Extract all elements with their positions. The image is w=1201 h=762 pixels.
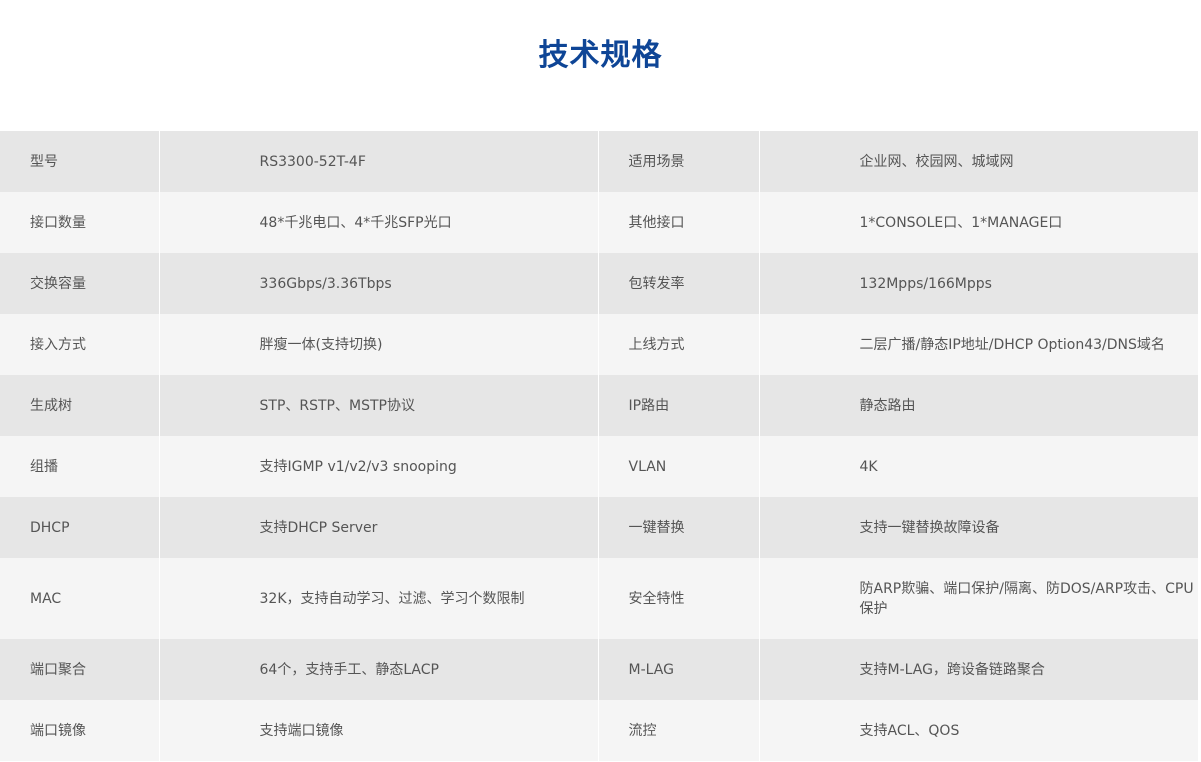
spec-label: 流控 bbox=[597, 700, 759, 761]
spec-label: 其他接口 bbox=[597, 192, 759, 253]
spec-label: M-LAG bbox=[597, 639, 759, 700]
spec-value: 32K，支持自动学习、过滤、学习个数限制 bbox=[158, 558, 598, 639]
spec-value: 支持端口镜像 bbox=[158, 700, 598, 761]
spec-value: 支持ACL、QOS bbox=[758, 700, 1198, 761]
spec-value: 1*CONSOLE口、1*MANAGE口 bbox=[758, 192, 1198, 253]
spec-label: 型号 bbox=[0, 131, 159, 192]
spec-table: 型号 RS3300-52T-4F 适用场景 企业网、校园网、城域网 接口数量 4… bbox=[0, 131, 1198, 761]
table-row: 接入方式 胖瘦一体(支持切换) 上线方式 二层广播/静态IP地址/DHCP Op… bbox=[0, 314, 1198, 375]
spec-label: 安全特性 bbox=[597, 558, 759, 639]
spec-label: 接口数量 bbox=[0, 192, 159, 253]
spec-label: 包转发率 bbox=[597, 253, 759, 314]
spec-value: 胖瘦一体(支持切换) bbox=[158, 314, 598, 375]
table-row: 型号 RS3300-52T-4F 适用场景 企业网、校园网、城域网 bbox=[0, 131, 1198, 192]
spec-value: 支持一键替换故障设备 bbox=[758, 497, 1198, 558]
table-row: 端口镜像 支持端口镜像 流控 支持ACL、QOS bbox=[0, 700, 1198, 761]
table-row: 端口聚合 64个，支持手工、静态LACP M-LAG 支持M-LAG，跨设备链路… bbox=[0, 639, 1198, 700]
table-row: 生成树 STP、RSTP、MSTP协议 IP路由 静态路由 bbox=[0, 375, 1198, 436]
spec-value: 336Gbps/3.36Tbps bbox=[158, 253, 598, 314]
spec-label: DHCP bbox=[0, 497, 159, 558]
spec-label: MAC bbox=[0, 558, 159, 639]
spec-label: VLAN bbox=[597, 436, 759, 497]
spec-value: 48*千兆电口、4*千兆SFP光口 bbox=[158, 192, 598, 253]
spec-label: 接入方式 bbox=[0, 314, 159, 375]
spec-value: 静态路由 bbox=[758, 375, 1198, 436]
spec-value: 企业网、校园网、城域网 bbox=[758, 131, 1198, 192]
spec-label: 生成树 bbox=[0, 375, 159, 436]
spec-value: 支持M-LAG，跨设备链路聚合 bbox=[758, 639, 1198, 700]
spec-label: 端口镜像 bbox=[0, 700, 159, 761]
spec-label: 适用场景 bbox=[597, 131, 759, 192]
table-row: DHCP 支持DHCP Server 一键替换 支持一键替换故障设备 bbox=[0, 497, 1198, 558]
spec-value: RS3300-52T-4F bbox=[158, 131, 598, 192]
spec-value: 二层广播/静态IP地址/DHCP Option43/DNS域名 bbox=[758, 314, 1198, 375]
table-row: MAC 32K，支持自动学习、过滤、学习个数限制 安全特性 防ARP欺骗、端口保… bbox=[0, 558, 1198, 639]
table-row: 交换容量 336Gbps/3.36Tbps 包转发率 132Mpps/166Mp… bbox=[0, 253, 1198, 314]
spec-label: IP路由 bbox=[597, 375, 759, 436]
section-title: 技术规格 bbox=[538, 38, 663, 73]
spec-label: 一键替换 bbox=[597, 497, 759, 558]
spec-label: 组播 bbox=[0, 436, 159, 497]
spec-label: 端口聚合 bbox=[0, 639, 159, 700]
spec-value: 支持IGMP v1/v2/v3 snooping bbox=[158, 436, 598, 497]
spec-value: 支持DHCP Server bbox=[158, 497, 598, 558]
table-row: 组播 支持IGMP v1/v2/v3 snooping VLAN 4K bbox=[0, 436, 1198, 497]
spec-label: 上线方式 bbox=[597, 314, 759, 375]
table-row: 接口数量 48*千兆电口、4*千兆SFP光口 其他接口 1*CONSOLE口、1… bbox=[0, 192, 1198, 253]
spec-label: 交换容量 bbox=[0, 253, 159, 314]
spec-value: 64个，支持手工、静态LACP bbox=[158, 639, 598, 700]
spec-value: 132Mpps/166Mpps bbox=[758, 253, 1198, 314]
spec-value: STP、RSTP、MSTP协议 bbox=[158, 375, 598, 436]
spec-value: 防ARP欺骗、端口保护/隔离、防DOS/ARP攻击、CPU保护 bbox=[758, 558, 1198, 639]
spec-value: 4K bbox=[758, 436, 1198, 497]
